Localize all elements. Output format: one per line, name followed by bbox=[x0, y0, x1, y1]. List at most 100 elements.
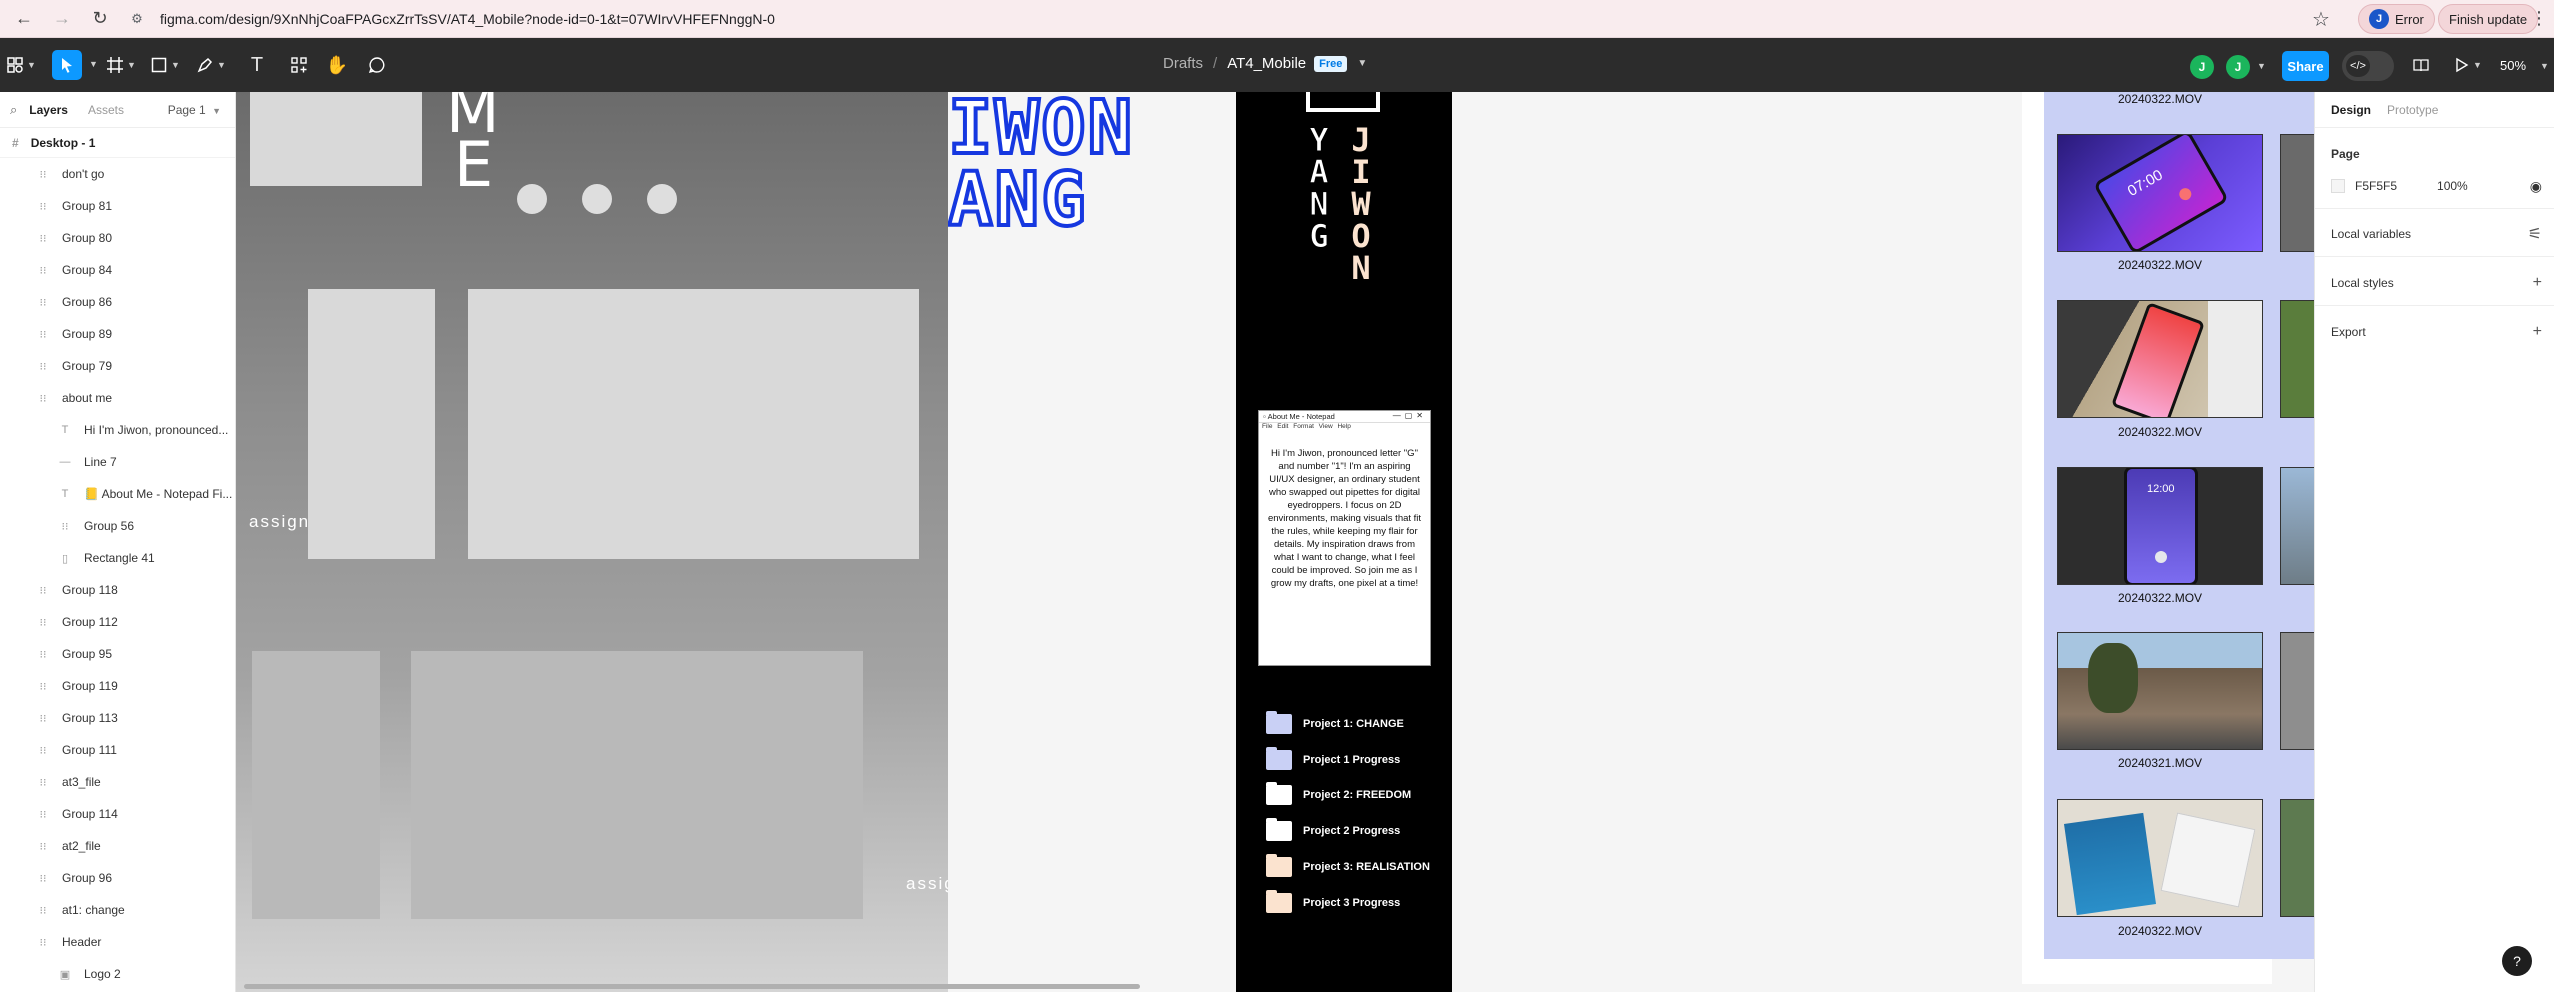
layer-row[interactable]: ⁝⁝ Group 80 bbox=[0, 222, 235, 254]
hand-tool-icon[interactable]: ✋ bbox=[322, 50, 352, 80]
layer-row[interactable]: ▣ Logo 2 bbox=[0, 958, 235, 990]
video-thumbnail[interactable]: 12:00 bbox=[2057, 467, 2263, 585]
layer-row[interactable]: ⁝⁝ Group 89 bbox=[0, 318, 235, 350]
bg-color-value[interactable]: F5F5F5 bbox=[2355, 179, 2397, 193]
share-button[interactable]: Share bbox=[2282, 51, 2329, 81]
color-swatch[interactable] bbox=[2331, 179, 2345, 193]
layer-row[interactable]: — Line 7 bbox=[0, 446, 235, 478]
project-folder-item[interactable]: Project 1 Progress bbox=[1266, 747, 1400, 772]
bg-opacity-value[interactable]: 100% bbox=[2437, 179, 2468, 193]
layer-row[interactable]: ⁝⁝ at2_file bbox=[0, 830, 235, 862]
local-styles-row[interactable]: Local styles + bbox=[2331, 273, 2542, 293]
image-placeholder[interactable] bbox=[252, 651, 380, 919]
local-variables-row[interactable]: Local variables ⚟ bbox=[2331, 224, 2542, 244]
finish-update-button[interactable]: Finish update bbox=[2438, 4, 2539, 34]
file-name[interactable]: AT4_Mobile bbox=[1227, 55, 1306, 72]
breadcrumb-drafts[interactable]: Drafts bbox=[1163, 55, 1203, 72]
file-menu-chevron-icon[interactable]: ▼ bbox=[1357, 58, 1367, 69]
move-tool-caret-icon[interactable]: ▼ bbox=[89, 59, 98, 69]
site-info-icon[interactable]: ⚙ bbox=[128, 10, 146, 28]
avatars-chevron-icon[interactable]: ▼ bbox=[2257, 61, 2266, 71]
mobile-black-frame[interactable]: YANG JIWON ▫ About Me - Notepad —▢✕ File… bbox=[1236, 92, 1452, 992]
page-background-row[interactable]: F5F5F5 100% ◉ bbox=[2331, 176, 2542, 196]
layer-row[interactable]: ⁝⁝ about me bbox=[0, 382, 235, 414]
layer-row[interactable]: ⁝⁝ Header bbox=[0, 926, 235, 958]
present-icon[interactable]: ▼ bbox=[2452, 50, 2482, 80]
add-export-icon[interactable]: + bbox=[2533, 323, 2542, 341]
text-tool-icon[interactable]: T bbox=[242, 50, 272, 80]
tab-layers[interactable]: Layers bbox=[29, 103, 68, 117]
sliders-icon[interactable]: ⚟ bbox=[2528, 224, 2542, 244]
comment-tool-icon[interactable] bbox=[362, 50, 392, 80]
layer-row[interactable]: ⁝⁝ Group 118 bbox=[0, 574, 235, 606]
shape-tool-icon[interactable]: ▼ bbox=[150, 50, 180, 80]
video-thumbnail[interactable]: 07:00 bbox=[2057, 134, 2263, 252]
video-thumbnail[interactable] bbox=[2280, 134, 2314, 252]
layer-row[interactable]: ⁝⁝ Group 81 bbox=[0, 190, 235, 222]
avatar[interactable]: J bbox=[2226, 55, 2250, 79]
reload-icon[interactable]: ↻ bbox=[86, 5, 114, 33]
browser-menu-icon[interactable]: ⋮ bbox=[2530, 8, 2548, 29]
help-button[interactable]: ? bbox=[2502, 946, 2532, 976]
dev-mode-toggle[interactable]: </> bbox=[2342, 51, 2394, 81]
layer-frame-desktop[interactable]: # Desktop - 1 bbox=[0, 128, 235, 158]
zoom-level[interactable]: 50% bbox=[2500, 58, 2526, 73]
layer-row[interactable]: ⁝⁝ at3_file bbox=[0, 766, 235, 798]
tab-design[interactable]: Design bbox=[2331, 103, 2371, 117]
library-icon[interactable] bbox=[2406, 50, 2436, 80]
move-tool-icon[interactable] bbox=[52, 50, 82, 80]
video-thumbnail[interactable] bbox=[2280, 632, 2314, 750]
video-thumbnail[interactable] bbox=[2280, 799, 2314, 917]
page-selector[interactable]: Page 1 ▼ bbox=[168, 103, 221, 117]
project-folder-item[interactable]: Project 2: FREEDOM bbox=[1266, 782, 1411, 807]
project-folder-item[interactable]: Project 2 Progress bbox=[1266, 818, 1400, 843]
avatar[interactable]: J bbox=[2190, 55, 2214, 79]
image-placeholder[interactable] bbox=[411, 651, 863, 919]
design-canvas[interactable]: M E assign assig IWON ANG YANG JIWON ▫ A… bbox=[236, 92, 2314, 992]
layer-row[interactable]: T Hi I'm Jiwon, pronounced... bbox=[0, 414, 235, 446]
layer-row[interactable]: ⁝⁝ Group 96 bbox=[0, 862, 235, 894]
layer-row[interactable]: ⁝⁝ Group 112 bbox=[0, 606, 235, 638]
tab-assets[interactable]: Assets bbox=[88, 103, 124, 117]
layer-row[interactable]: ⁝⁝ Group 114 bbox=[0, 798, 235, 830]
video-thumbnail[interactable] bbox=[2280, 300, 2314, 418]
layer-row[interactable]: ⁝⁝ Group 84 bbox=[0, 254, 235, 286]
notepad-window[interactable]: ▫ About Me - Notepad —▢✕ File Edit Forma… bbox=[1258, 410, 1431, 666]
video-thumbnail[interactable] bbox=[2280, 467, 2314, 585]
video-thumbnail[interactable] bbox=[2057, 632, 2263, 750]
image-placeholder[interactable] bbox=[468, 289, 919, 559]
layer-row[interactable]: ⁝⁝ Group 95 bbox=[0, 638, 235, 670]
media-board[interactable]: 20240322.MOV 07:00 20240322.MOV 20240322… bbox=[2044, 92, 2314, 959]
profile-error-button[interactable]: J Error bbox=[2358, 4, 2435, 34]
search-icon[interactable]: ⌕ bbox=[10, 102, 17, 118]
project-folder-item[interactable]: Project 3 Progress bbox=[1266, 890, 1400, 915]
add-style-icon[interactable]: + bbox=[2533, 274, 2542, 292]
bookmark-star-icon[interactable]: ☆ bbox=[2312, 7, 2330, 32]
layer-row[interactable]: ⁝⁝ at1: change bbox=[0, 894, 235, 926]
pixel-name-title[interactable]: IWON ANG bbox=[948, 92, 1188, 242]
project-folder-item[interactable]: Project 3: REALISATION bbox=[1266, 854, 1430, 879]
horizontal-scrollbar[interactable] bbox=[244, 984, 1140, 989]
image-placeholder[interactable] bbox=[250, 92, 422, 186]
layer-row[interactable]: ⁝⁝ don't go bbox=[0, 158, 235, 190]
forward-icon[interactable]: → bbox=[48, 5, 76, 33]
layer-row[interactable]: ⁝⁝ Group 86 bbox=[0, 286, 235, 318]
layer-row[interactable]: ⁝⁝ Group 79 bbox=[0, 350, 235, 382]
layer-row[interactable]: ⁝⁝ Group 119 bbox=[0, 670, 235, 702]
eye-icon[interactable]: ◉ bbox=[2530, 178, 2542, 195]
zoom-chevron-icon[interactable]: ▼ bbox=[2540, 61, 2549, 71]
tab-prototype[interactable]: Prototype bbox=[2387, 103, 2438, 117]
pen-tool-icon[interactable]: ▼ bbox=[196, 50, 226, 80]
frame-tool-icon[interactable]: ▼ bbox=[106, 50, 136, 80]
resources-tool-icon[interactable] bbox=[284, 50, 314, 80]
gray-gradient-frame[interactable]: M E assign assig bbox=[236, 92, 948, 992]
layer-row[interactable]: ⁝⁝ Group 113 bbox=[0, 702, 235, 734]
export-row[interactable]: Export + bbox=[2331, 322, 2542, 342]
layer-row[interactable]: ⁝⁝ Group 56 bbox=[0, 510, 235, 542]
project-folder-item[interactable]: Project 1: CHANGE bbox=[1266, 711, 1404, 736]
layer-row[interactable]: T 📒 About Me - Notepad Fi... bbox=[0, 478, 235, 510]
video-thumbnail[interactable] bbox=[2057, 300, 2263, 418]
address-bar[interactable]: ⚙ figma.com/design/9XnNhjCoaFPAGcxZrrTsS… bbox=[128, 5, 2288, 33]
image-placeholder[interactable] bbox=[308, 289, 435, 559]
figma-menu-icon[interactable]: ▼ bbox=[6, 50, 36, 80]
